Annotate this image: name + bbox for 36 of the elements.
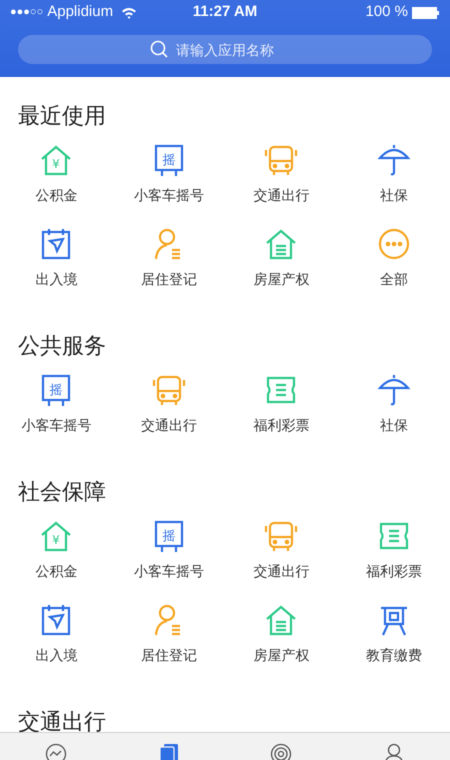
app-shortcut[interactable]: 社保 (338, 372, 450, 435)
status-time: 11:27 AM (192, 2, 258, 22)
section-title: 公共服务 (17, 332, 107, 360)
search-icon (150, 40, 168, 58)
app-shortcut[interactable]: 房屋产权 (225, 226, 338, 289)
battery-icon (412, 6, 440, 18)
chart-icon[interactable] (45, 743, 68, 760)
app-shortcut[interactable]: 出入境 (0, 602, 112, 665)
app-shortcut[interactable]: ¥ 公积金 (0, 518, 112, 581)
section-title: 社会保障 (17, 478, 107, 506)
app-shortcut[interactable]: 出入境 (0, 226, 112, 289)
section-title: 交通出行 (17, 708, 107, 736)
section-title: 最近使用 (17, 102, 107, 130)
app-shortcut[interactable]: 摇 小客车摇号 (112, 518, 225, 581)
documents-icon[interactable] (158, 743, 180, 760)
person-icon[interactable] (382, 743, 405, 760)
app-shortcut[interactable]: 交通出行 (112, 372, 225, 435)
app-shortcut[interactable]: 福利彩票 (338, 518, 450, 581)
app-shortcut[interactable]: 居住登记 (112, 602, 225, 665)
umbrella-icon (376, 142, 412, 178)
umbrella-icon (376, 372, 412, 408)
carrier-name: Applidium (47, 2, 114, 22)
app-shortcut[interactable]: 交通出行 (225, 142, 338, 205)
app-shortcut[interactable]: ¥ 公积金 (0, 142, 112, 205)
app-shortcut[interactable]: 交通出行 (225, 518, 338, 581)
signal-indicator: ●●●○○ (10, 5, 44, 20)
app-shortcut[interactable]: 教育缴费 (338, 602, 450, 665)
app-shortcut[interactable]: 社保 (338, 142, 450, 205)
app-shortcut[interactable]: 房屋产权 (225, 602, 338, 665)
app-shortcut[interactable]: 居住登记 (112, 226, 225, 289)
app-shortcut[interactable]: 全部 (338, 226, 450, 289)
wifi-icon (121, 6, 138, 18)
app-shortcut[interactable]: 福利彩票 (225, 372, 338, 435)
app-shortcut[interactable]: 摇 小客车摇号 (0, 372, 112, 435)
app-shortcut[interactable]: 摇 小客车摇号 (112, 142, 225, 205)
battery-level: 100 % (365, 2, 408, 22)
